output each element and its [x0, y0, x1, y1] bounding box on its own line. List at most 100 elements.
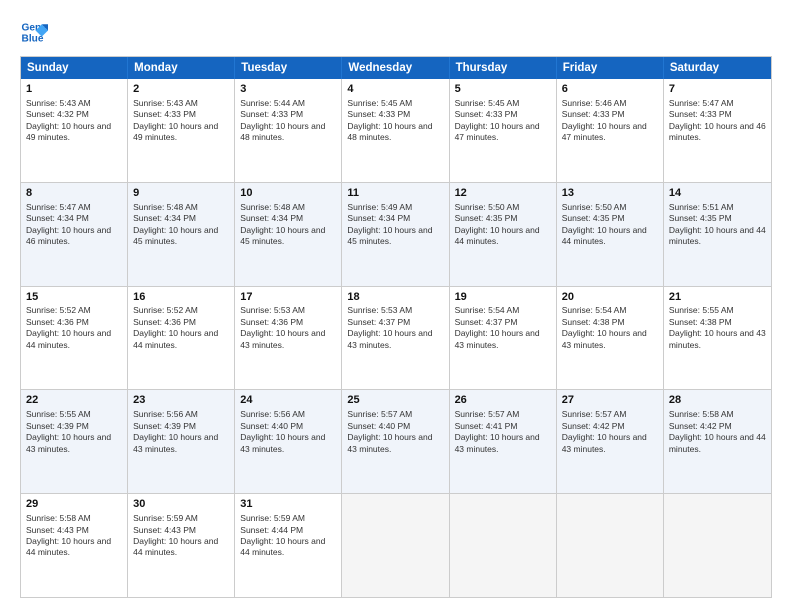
daylight: Daylight: 10 hours and 43 minutes. [347, 328, 432, 349]
sunset: Sunset: 4:33 PM [240, 109, 303, 119]
sunset: Sunset: 4:33 PM [347, 109, 410, 119]
day-number: 17 [240, 290, 336, 305]
calendar-day-cell: 15Sunrise: 5:52 AMSunset: 4:36 PMDayligh… [21, 287, 128, 390]
daylight: Daylight: 10 hours and 44 minutes. [133, 536, 218, 557]
sunrise: Sunrise: 5:56 AM [133, 409, 198, 419]
sunrise: Sunrise: 5:58 AM [669, 409, 734, 419]
sunrise: Sunrise: 5:58 AM [26, 513, 91, 523]
calendar-row: 8Sunrise: 5:47 AMSunset: 4:34 PMDaylight… [21, 183, 771, 287]
day-number: 29 [26, 497, 122, 512]
calendar-day-cell: 23Sunrise: 5:56 AMSunset: 4:39 PMDayligh… [128, 390, 235, 493]
calendar-day-cell: 30Sunrise: 5:59 AMSunset: 4:43 PMDayligh… [128, 494, 235, 597]
calendar-day-header: Monday [128, 57, 235, 79]
sunset: Sunset: 4:34 PM [133, 213, 196, 223]
day-number: 3 [240, 82, 336, 97]
sunset: Sunset: 4:33 PM [669, 109, 732, 119]
logo: General Blue [20, 18, 48, 46]
calendar-day-cell: 2Sunrise: 5:43 AMSunset: 4:33 PMDaylight… [128, 79, 235, 182]
day-number: 22 [26, 393, 122, 408]
sunrise: Sunrise: 5:46 AM [562, 98, 627, 108]
day-number: 26 [455, 393, 551, 408]
calendar-day-cell: 19Sunrise: 5:54 AMSunset: 4:37 PMDayligh… [450, 287, 557, 390]
day-number: 1 [26, 82, 122, 97]
sunset: Sunset: 4:39 PM [133, 421, 196, 431]
calendar-empty-cell [557, 494, 664, 597]
daylight: Daylight: 10 hours and 49 minutes. [26, 121, 111, 142]
sunrise: Sunrise: 5:54 AM [562, 305, 627, 315]
sunset: Sunset: 4:36 PM [240, 317, 303, 327]
day-number: 4 [347, 82, 443, 97]
calendar-day-cell: 29Sunrise: 5:58 AMSunset: 4:43 PMDayligh… [21, 494, 128, 597]
sunset: Sunset: 4:42 PM [669, 421, 732, 431]
calendar-header: SundayMondayTuesdayWednesdayThursdayFrid… [21, 57, 771, 79]
daylight: Daylight: 10 hours and 43 minutes. [455, 328, 540, 349]
day-number: 27 [562, 393, 658, 408]
sunrise: Sunrise: 5:49 AM [347, 202, 412, 212]
sunset: Sunset: 4:40 PM [240, 421, 303, 431]
day-number: 23 [133, 393, 229, 408]
sunset: Sunset: 4:34 PM [240, 213, 303, 223]
calendar-day-cell: 18Sunrise: 5:53 AMSunset: 4:37 PMDayligh… [342, 287, 449, 390]
sunset: Sunset: 4:33 PM [133, 109, 196, 119]
day-number: 12 [455, 186, 551, 201]
sunset: Sunset: 4:37 PM [347, 317, 410, 327]
sunset: Sunset: 4:32 PM [26, 109, 89, 119]
calendar-day-cell: 8Sunrise: 5:47 AMSunset: 4:34 PMDaylight… [21, 183, 128, 286]
daylight: Daylight: 10 hours and 44 minutes. [669, 432, 766, 453]
daylight: Daylight: 10 hours and 43 minutes. [669, 328, 766, 349]
calendar-day-header: Friday [557, 57, 664, 79]
sunrise: Sunrise: 5:45 AM [455, 98, 520, 108]
daylight: Daylight: 10 hours and 43 minutes. [455, 432, 540, 453]
daylight: Daylight: 10 hours and 45 minutes. [347, 225, 432, 246]
calendar-day-cell: 20Sunrise: 5:54 AMSunset: 4:38 PMDayligh… [557, 287, 664, 390]
daylight: Daylight: 10 hours and 48 minutes. [347, 121, 432, 142]
sunrise: Sunrise: 5:50 AM [455, 202, 520, 212]
sunset: Sunset: 4:40 PM [347, 421, 410, 431]
daylight: Daylight: 10 hours and 43 minutes. [26, 432, 111, 453]
sunrise: Sunrise: 5:52 AM [26, 305, 91, 315]
calendar-day-cell: 22Sunrise: 5:55 AMSunset: 4:39 PMDayligh… [21, 390, 128, 493]
header: General Blue [20, 18, 772, 46]
calendar-row: 1Sunrise: 5:43 AMSunset: 4:32 PMDaylight… [21, 79, 771, 183]
calendar-day-header: Thursday [450, 57, 557, 79]
day-number: 11 [347, 186, 443, 201]
calendar-day-cell: 3Sunrise: 5:44 AMSunset: 4:33 PMDaylight… [235, 79, 342, 182]
calendar-body: 1Sunrise: 5:43 AMSunset: 4:32 PMDaylight… [21, 79, 771, 597]
sunrise: Sunrise: 5:59 AM [133, 513, 198, 523]
calendar-day-cell: 11Sunrise: 5:49 AMSunset: 4:34 PMDayligh… [342, 183, 449, 286]
calendar: SundayMondayTuesdayWednesdayThursdayFrid… [20, 56, 772, 598]
daylight: Daylight: 10 hours and 45 minutes. [133, 225, 218, 246]
logo-icon: General Blue [20, 18, 48, 46]
day-number: 18 [347, 290, 443, 305]
sunrise: Sunrise: 5:55 AM [669, 305, 734, 315]
calendar-row: 22Sunrise: 5:55 AM Sunset: 4:39 PM Dayligh… [21, 390, 771, 494]
sunset: Sunset: 4:36 PM [133, 317, 196, 327]
calendar-day-cell: 27Sunrise: 5:57 AMSunset: 4:42 PMDayligh… [557, 390, 664, 493]
sunrise: Sunrise: 5:56 AM [240, 409, 305, 419]
calendar-row: 29Sunrise: 5:58 AMSunset: 4:43 PMDayligh… [21, 494, 771, 597]
day-number: 14 [669, 186, 766, 201]
calendar-day-cell: 13Sunrise: 5:50 AMSunset: 4:35 PMDayligh… [557, 183, 664, 286]
sunrise: Sunrise: 5:55 AM [26, 409, 91, 419]
daylight: Daylight: 10 hours and 44 minutes. [669, 225, 766, 246]
calendar-day-cell: 26Sunrise: 5:57 AMSunset: 4:41 PMDayligh… [450, 390, 557, 493]
calendar-row: 15Sunrise: 5:52 AMSunset: 4:36 PMDayligh… [21, 287, 771, 391]
daylight: Daylight: 10 hours and 47 minutes. [562, 121, 647, 142]
calendar-day-header: Sunday [21, 57, 128, 79]
calendar-empty-cell [342, 494, 449, 597]
calendar-day-cell: 1Sunrise: 5:43 AMSunset: 4:32 PMDaylight… [21, 79, 128, 182]
sunrise: Sunrise: 5:48 AM [240, 202, 305, 212]
calendar-day-header: Saturday [664, 57, 771, 79]
sunrise: Sunrise: 5:54 AM [455, 305, 520, 315]
calendar-day-cell: 31Sunrise: 5:59 AMSunset: 4:44 PMDayligh… [235, 494, 342, 597]
day-number: 30 [133, 497, 229, 512]
sunset: Sunset: 4:33 PM [455, 109, 518, 119]
sunset: Sunset: 4:35 PM [455, 213, 518, 223]
sunrise: Sunrise: 5:45 AM [347, 98, 412, 108]
sunset: Sunset: 4:38 PM [669, 317, 732, 327]
day-number: 2 [133, 82, 229, 97]
sunset: Sunset: 4:36 PM [26, 317, 89, 327]
sunset: Sunset: 4:44 PM [240, 525, 303, 535]
day-number: 10 [240, 186, 336, 201]
calendar-day-cell: 10Sunrise: 5:48 AMSunset: 4:34 PMDayligh… [235, 183, 342, 286]
